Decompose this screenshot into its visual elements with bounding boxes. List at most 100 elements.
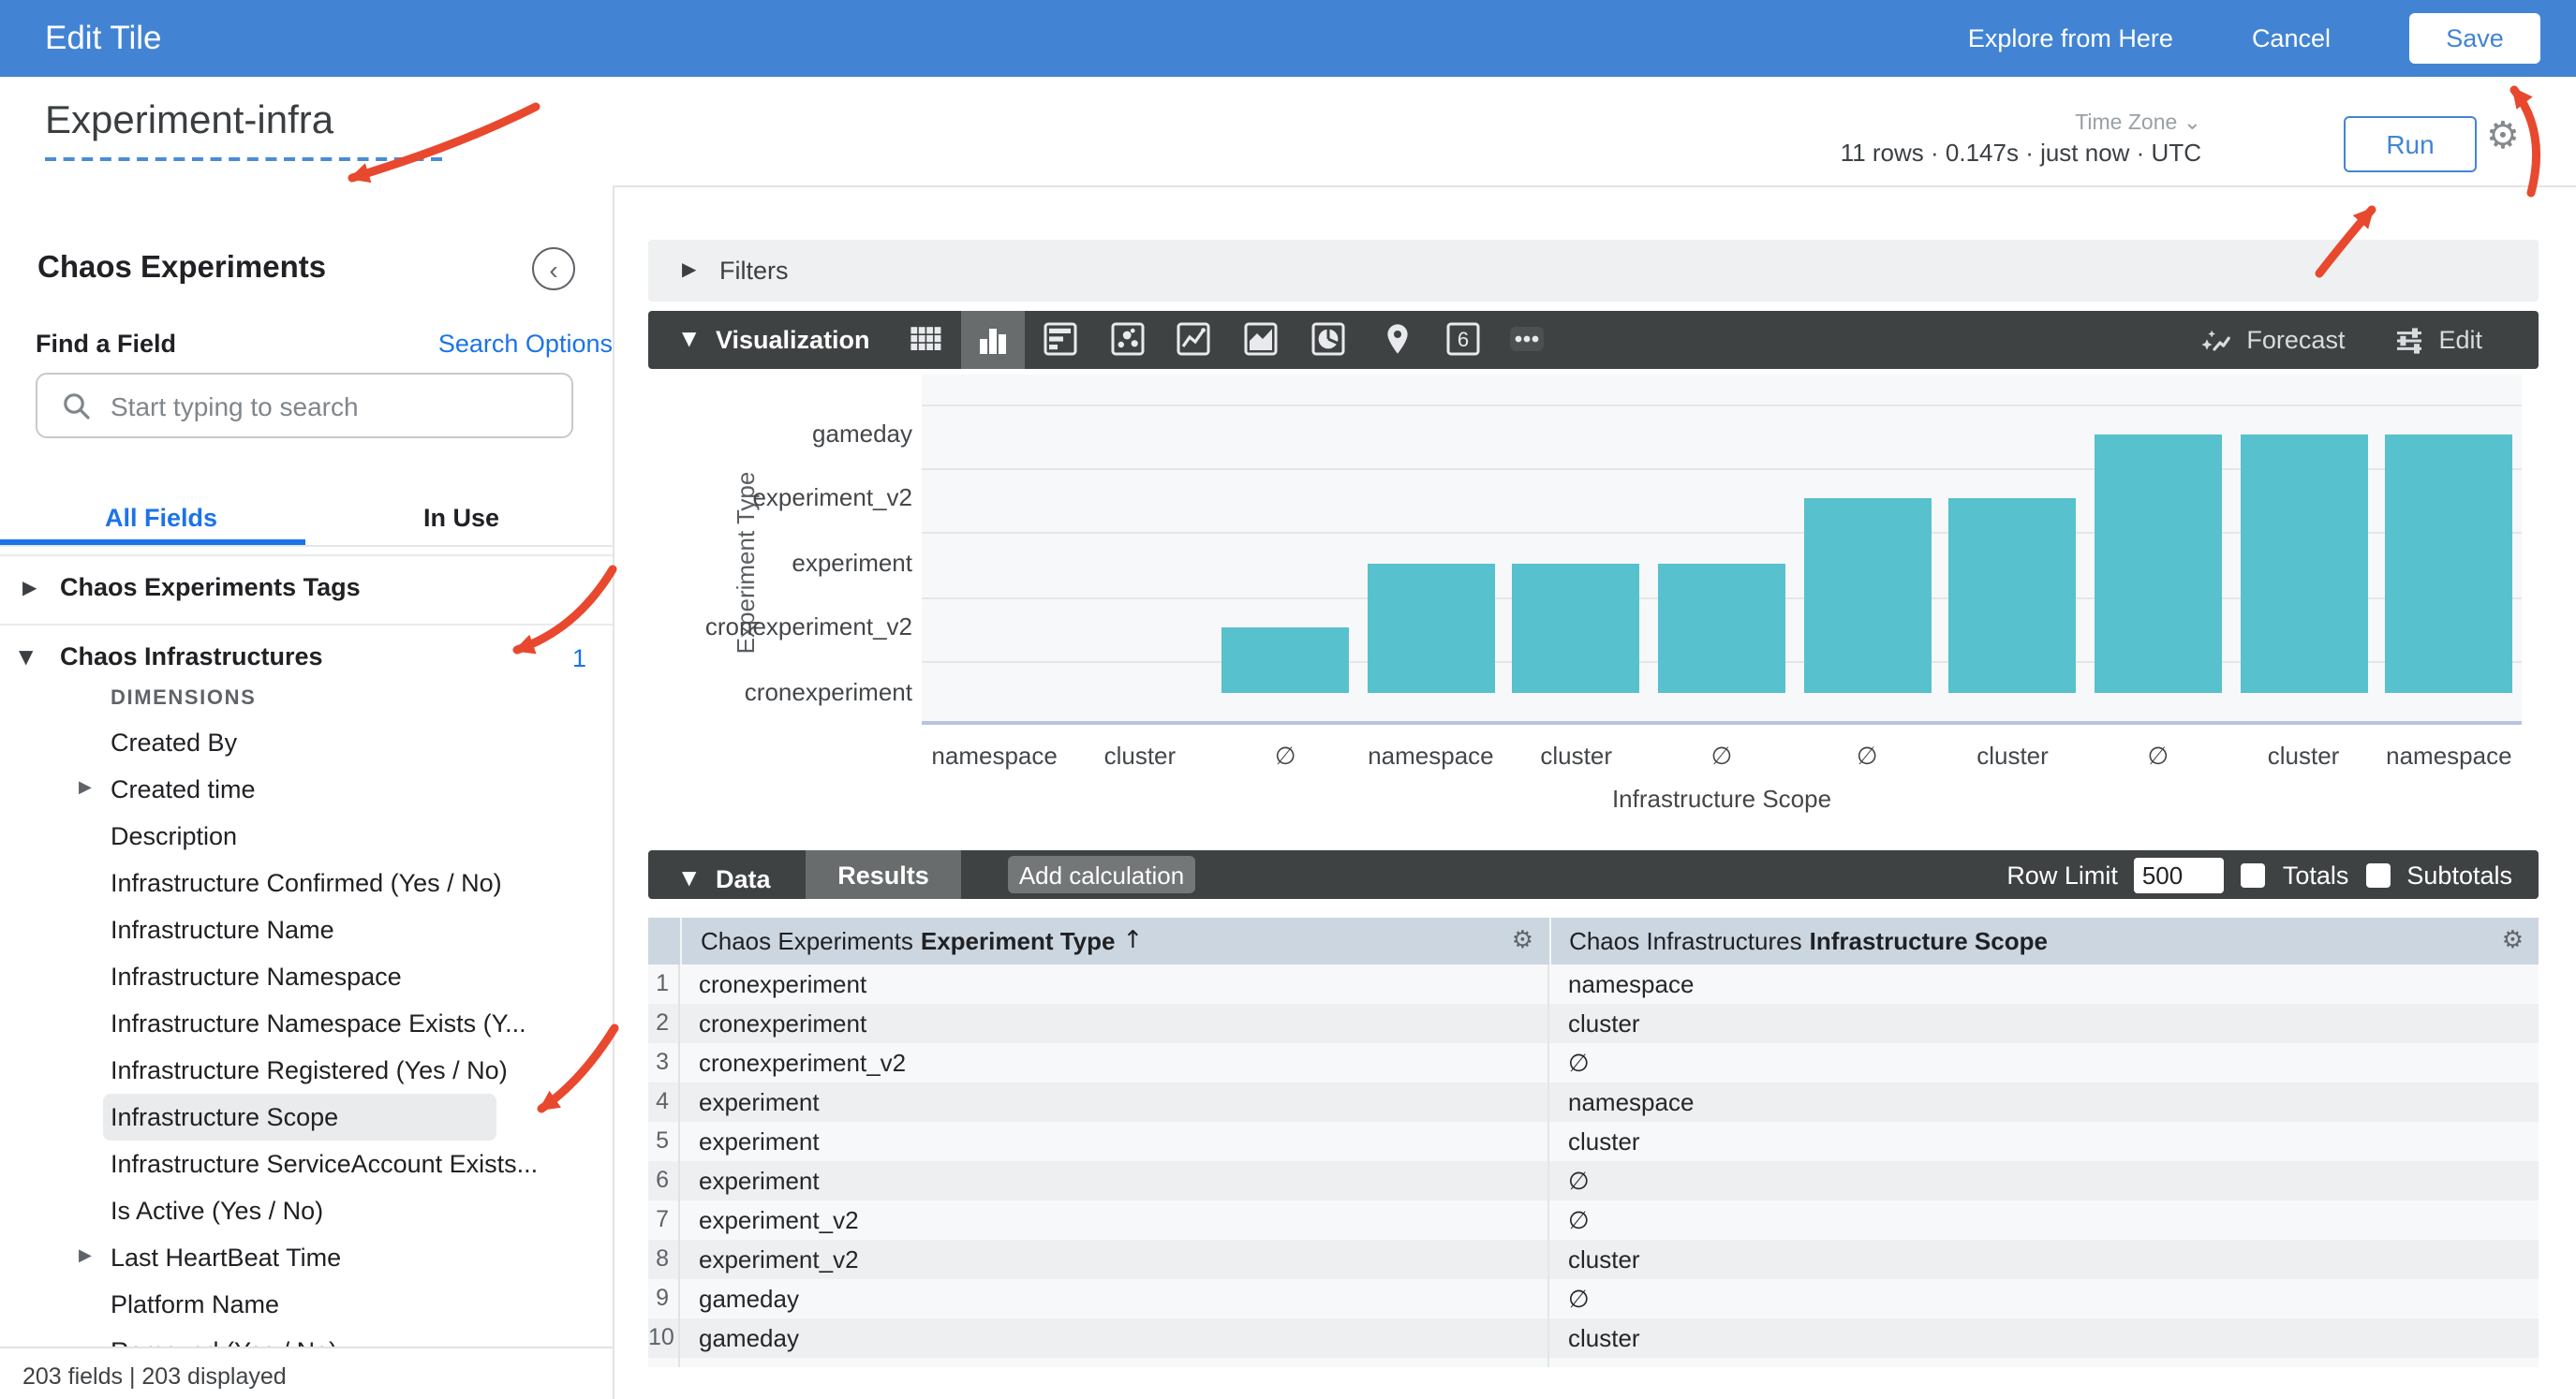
field-item-last-heartbeat-time[interactable]: ▶ Last HeartBeat Time [0, 1234, 613, 1281]
caret-right-icon[interactable]: ▶ [79, 779, 92, 798]
sidebar-group-infrastructures[interactable]: ▼ Chaos Infrastructures 1 [0, 626, 613, 693]
table-row-3[interactable]: 3 cronexperiment_v2 ∅ [648, 1043, 2539, 1082]
field-item-created-time[interactable]: ▶Created time [0, 766, 613, 813]
column-prefix: Chaos Infrastructures [1569, 927, 1802, 955]
edit-label: Edit [2438, 326, 2482, 354]
field-label: Infrastructure Registered (Yes / No) [111, 1056, 508, 1084]
cancel-button[interactable]: Cancel [2252, 24, 2331, 52]
collapse-sidebar-button[interactable]: ‹ [532, 247, 575, 290]
bar-cluster-7[interactable] [1949, 498, 2077, 692]
search-input[interactable] [107, 389, 545, 422]
cell-infrastructure-scope: cluster [1549, 1122, 2539, 1161]
column-prefix: Chaos Experiments [701, 927, 913, 955]
bar-∅-5[interactable] [1658, 563, 1785, 692]
data-label[interactable]: Data [716, 865, 771, 893]
search-options-link[interactable]: Search Options [438, 330, 613, 358]
tab-all-fields[interactable]: All Fields [105, 504, 217, 532]
totals-checkbox[interactable] [2242, 862, 2266, 887]
line-chart-icon[interactable] [1177, 322, 1210, 356]
table-row-9[interactable]: 9 gameday ∅ [648, 1279, 2539, 1318]
table-row-7[interactable]: 7 experiment_v2 ∅ [648, 1200, 2539, 1240]
field-label: Infrastructure Namespace Exists (Y... [111, 1009, 526, 1038]
tab-in-use[interactable]: In Use [423, 504, 499, 532]
row-limit-input[interactable] [2135, 857, 2225, 892]
bar-namespace-3[interactable] [1367, 563, 1494, 692]
area-chart-icon[interactable] [1244, 322, 1278, 356]
column-header-experiment-type[interactable]: Chaos ExperimentsExperiment Type↑ ⚙ [682, 918, 1550, 965]
results-tab[interactable]: Results [806, 850, 961, 899]
bar-cluster-9[interactable] [2240, 434, 2367, 692]
search-icon [62, 390, 92, 420]
bar-namespace-10[interactable] [2385, 434, 2512, 692]
row-number: 6 [648, 1161, 680, 1200]
map-chart-icon[interactable] [1381, 322, 1414, 356]
field-item-infrastructure-scope[interactable]: Infrastructure Scope [0, 1094, 613, 1141]
x-tick-label: namespace [920, 742, 1070, 770]
edit-viz-button[interactable]: Edit [2393, 325, 2482, 355]
more-options-icon[interactable] [1510, 322, 1544, 356]
field-item-infrastructure-registered-yes-no[interactable]: Infrastructure Registered (Yes / No) [0, 1047, 613, 1094]
field-item-is-active-yes-no[interactable]: Is Active (Yes / No) [0, 1187, 613, 1234]
caret-right-icon[interactable]: ▶ [79, 1247, 92, 1266]
table-row-1[interactable]: 1 cronexperiment namespace [648, 965, 2539, 1004]
single-value-icon[interactable]: 6 [1446, 322, 1480, 356]
bar-∅-6[interactable] [1803, 498, 1931, 692]
filters-section-header[interactable]: ▶ Filters [648, 240, 2539, 302]
bar-cluster-4[interactable] [1513, 563, 1640, 692]
find-a-field-label: Find a Field [36, 330, 176, 358]
field-item-infrastructure-serviceaccount-exists[interactable]: Infrastructure ServiceAccount Exists... [0, 1141, 613, 1187]
table-row-10[interactable]: 10 gameday cluster [648, 1318, 2539, 1358]
column-gear-icon[interactable]: ⚙ [1512, 927, 1533, 955]
time-zone-selector[interactable]: Time Zone ⌄ [2075, 109, 2201, 135]
column-gear-icon[interactable]: ⚙ [2502, 927, 2524, 955]
field-item-infrastructure-namespace[interactable]: Infrastructure Namespace [0, 953, 613, 1000]
cell-infrastructure-scope: cluster [1549, 1318, 2539, 1358]
column-header-infrastructure-scope[interactable]: Chaos InfrastructuresInfrastructure Scop… [1550, 918, 2539, 965]
field-search-box[interactable] [36, 373, 573, 438]
column-chart-icon[interactable] [976, 322, 1010, 356]
y-tick-label: experiment [648, 548, 912, 576]
add-calculation-button[interactable]: Add calculation [1008, 856, 1195, 893]
scatter-chart-icon[interactable] [1111, 322, 1145, 356]
group-label: Chaos Experiments Tags [60, 573, 361, 601]
fields-in-use-count: 1 [572, 644, 586, 672]
field-item-infrastructure-name[interactable]: Infrastructure Name [0, 906, 613, 953]
sidebar-group-tags[interactable]: ▶ Chaos Experiments Tags [0, 556, 613, 624]
table-row-11[interactable]: 11 gameday namespace [648, 1358, 2539, 1367]
cell-infrastructure-scope: ∅ [1549, 1200, 2539, 1240]
field-item-infrastructure-namespace-exists-y[interactable]: Infrastructure Namespace Exists (Y... [0, 1000, 613, 1047]
row-limit-label: Row Limit [2006, 861, 2118, 889]
field-item-infrastructure-confirmed-yes-no[interactable]: Infrastructure Confirmed (Yes / No) [0, 860, 613, 906]
field-item-platform-name[interactable]: Platform Name [0, 1281, 613, 1328]
table-row-4[interactable]: 4 experiment namespace [648, 1082, 2539, 1122]
bar-∅-2[interactable] [1221, 627, 1349, 692]
visualization-section-header: ▼ Visualization 6 Forecast [648, 311, 2539, 369]
cell-experiment-type: experiment [680, 1122, 1549, 1161]
table-row-8[interactable]: 8 experiment_v2 cluster [648, 1240, 2539, 1279]
forecast-sparkle-icon [2201, 325, 2231, 355]
settings-gear-icon[interactable]: ⚙ [2486, 112, 2520, 157]
data-section-header: ▼ Data Results Add calculation Row Limit… [648, 850, 2539, 899]
subtotals-checkbox[interactable] [2365, 862, 2390, 887]
table-row-2[interactable]: 2 cronexperiment cluster [648, 1004, 2539, 1043]
cell-infrastructure-scope: cluster [1549, 1004, 2539, 1043]
bar-∅-8[interactable] [2095, 434, 2222, 692]
run-button[interactable]: Run [2344, 116, 2477, 172]
x-tick-label: ∅ [1210, 742, 1360, 772]
table-row-6[interactable]: 6 experiment ∅ [648, 1161, 2539, 1200]
save-button[interactable]: Save [2409, 13, 2540, 64]
tile-title-input[interactable]: Experiment-infra [45, 99, 442, 161]
x-tick-label: ∅ [2083, 742, 2233, 772]
table-chart-icon[interactable] [909, 322, 942, 356]
row-number: 4 [648, 1082, 680, 1122]
field-item-description[interactable]: Description [0, 813, 613, 860]
forecast-button[interactable]: Forecast [2201, 325, 2345, 355]
field-label: Last HeartBeat Time [111, 1244, 341, 1272]
pie-chart-icon[interactable] [1311, 322, 1345, 356]
chevron-left-icon: ‹ [549, 254, 557, 284]
table-row-5[interactable]: 5 experiment cluster [648, 1122, 2539, 1161]
explore-from-here-button[interactable]: Explore from Here [1968, 24, 2173, 52]
row-number: 7 [648, 1200, 680, 1240]
bar-chart-icon[interactable] [1044, 322, 1077, 356]
field-item-created-by[interactable]: Created By [0, 719, 613, 766]
